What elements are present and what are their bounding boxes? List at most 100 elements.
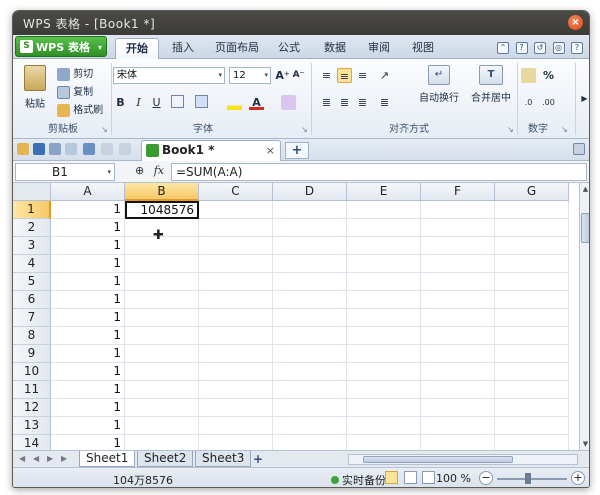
table-cell[interactable] (273, 399, 347, 417)
table-cell[interactable] (421, 435, 495, 450)
column-header-b[interactable]: B (125, 183, 199, 201)
table-cell[interactable] (495, 219, 569, 237)
vertical-scroll-thumb[interactable] (581, 213, 589, 243)
zoom-out-button[interactable]: − (479, 471, 493, 485)
table-cell[interactable] (421, 417, 495, 435)
row-header[interactable]: 4 (13, 255, 51, 273)
column-header-c[interactable]: C (199, 183, 273, 201)
table-cell[interactable] (421, 219, 495, 237)
tab-formulas[interactable]: 公式 (271, 38, 307, 59)
table-cell[interactable] (421, 201, 495, 219)
table-cell[interactable] (125, 273, 199, 291)
wps-app-menu-button[interactable]: S WPS 表格 ▾ (15, 36, 107, 57)
align-top-icon[interactable]: ≡ (319, 68, 334, 83)
text-orientation-icon[interactable]: ↗ (377, 68, 392, 83)
skin-icon[interactable]: ◎ (552, 42, 565, 54)
table-cell[interactable] (199, 291, 273, 309)
alignment-dialog-icon[interactable]: ↘ (507, 125, 514, 134)
table-cell[interactable] (495, 291, 569, 309)
undo-icon[interactable] (83, 143, 95, 155)
table-cell[interactable] (199, 219, 273, 237)
font-size-select[interactable]: 12 ▾ (229, 67, 271, 84)
active-cell[interactable]: 1048576 (125, 201, 199, 219)
clear-format-icon[interactable] (281, 95, 296, 110)
font-color-icon[interactable]: A (249, 95, 264, 110)
borders-icon[interactable] (171, 95, 184, 108)
table-cell[interactable] (273, 435, 347, 450)
add-sheet-button[interactable]: + (253, 452, 263, 466)
table-cell[interactable] (421, 237, 495, 255)
scroll-down-icon[interactable]: ▼ (580, 438, 589, 450)
print-preview-icon[interactable] (65, 143, 77, 155)
table-cell[interactable] (273, 345, 347, 363)
table-cell[interactable] (495, 399, 569, 417)
wrap-text-button[interactable]: ↵ 自动换行 (415, 65, 463, 104)
row-header[interactable]: 13 (13, 417, 51, 435)
scroll-up-icon[interactable]: ▲ (580, 183, 589, 195)
refresh-icon[interactable]: ↺ (534, 42, 546, 54)
ribbon-scroll-right-icon[interactable]: ▶ (577, 91, 589, 106)
redo-icon[interactable] (101, 143, 113, 155)
tab-view[interactable]: 视图 (405, 38, 441, 59)
horizontal-scrollbar[interactable] (348, 454, 578, 465)
table-cell[interactable] (273, 363, 347, 381)
insert-function-icon[interactable]: fx (154, 164, 164, 177)
underline-button[interactable]: U (149, 95, 164, 110)
sheet-tab-sheet1[interactable]: Sheet1 (79, 451, 135, 467)
zoom-in-button[interactable]: + (571, 471, 585, 485)
column-header-e[interactable]: E (347, 183, 421, 201)
table-cell[interactable] (495, 417, 569, 435)
normal-view-icon[interactable] (385, 471, 398, 484)
merge-center-button[interactable]: T 合并居中 (467, 65, 515, 104)
table-cell[interactable] (199, 273, 273, 291)
table-cell[interactable] (273, 219, 347, 237)
table-cell[interactable] (347, 255, 421, 273)
decrease-decimal-icon[interactable]: .00 (541, 95, 556, 110)
table-cell[interactable] (421, 291, 495, 309)
table-cell[interactable] (125, 381, 199, 399)
close-tab-icon[interactable]: × (266, 141, 275, 160)
live-backup-button[interactable]: 实时备份 (331, 472, 386, 487)
tab-data[interactable]: 数据 (317, 38, 353, 59)
number-dialog-icon[interactable]: ↘ (561, 125, 568, 134)
row-header[interactable]: 6 (13, 291, 51, 309)
select-all-corner[interactable] (13, 183, 51, 201)
align-bottom-icon[interactable]: ≡ (355, 68, 370, 83)
document-tab-book1[interactable]: Book1 * × (141, 140, 281, 161)
table-cell[interactable] (199, 399, 273, 417)
align-middle-icon[interactable]: ≡ (337, 68, 352, 83)
table-cell[interactable]: 1 (51, 237, 125, 255)
table-cell[interactable] (347, 201, 421, 219)
table-cell[interactable] (421, 363, 495, 381)
tab-page-layout[interactable]: 页面布局 (209, 38, 265, 59)
clipboard-dialog-icon[interactable]: ↘ (101, 125, 108, 134)
table-cell[interactable] (495, 309, 569, 327)
bold-button[interactable]: B (113, 95, 128, 110)
column-header-d[interactable]: D (273, 183, 347, 201)
spreadsheet-grid[interactable]: A B C D E F G 1 1 1048576 2 1 3 1 4 1 5 1 6 1 7 1 8 1 9 1 10 1 11 1 12… (13, 183, 579, 450)
close-window-button[interactable]: × (568, 15, 583, 30)
table-cell[interactable]: 1 (51, 309, 125, 327)
table-cell[interactable] (273, 417, 347, 435)
vertical-scrollbar[interactable]: ▲ ▼ (579, 183, 589, 450)
table-cell[interactable] (125, 363, 199, 381)
collapse-ribbon-icon[interactable]: ⌃ (497, 42, 509, 54)
table-cell[interactable] (421, 399, 495, 417)
align-center-icon[interactable]: ≣ (337, 95, 352, 110)
table-cell[interactable]: 1 (51, 417, 125, 435)
column-header-g[interactable]: G (495, 183, 569, 201)
row-header[interactable]: 7 (13, 309, 51, 327)
table-cell[interactable]: 1 (51, 399, 125, 417)
table-cell[interactable]: 1 (51, 327, 125, 345)
table-cell[interactable] (495, 201, 569, 219)
name-box[interactable]: B1 ▾ (15, 163, 115, 181)
row-header[interactable]: 10 (13, 363, 51, 381)
table-cell[interactable] (347, 345, 421, 363)
save-icon[interactable] (33, 143, 45, 155)
align-left-icon[interactable]: ≣ (319, 95, 334, 110)
table-cell[interactable] (199, 381, 273, 399)
cut-button[interactable]: 剪切 (57, 65, 93, 81)
new-document-tab-button[interactable]: + (285, 142, 309, 159)
first-sheet-icon[interactable]: ◀ (19, 454, 25, 463)
table-cell[interactable]: 1 (51, 219, 125, 237)
